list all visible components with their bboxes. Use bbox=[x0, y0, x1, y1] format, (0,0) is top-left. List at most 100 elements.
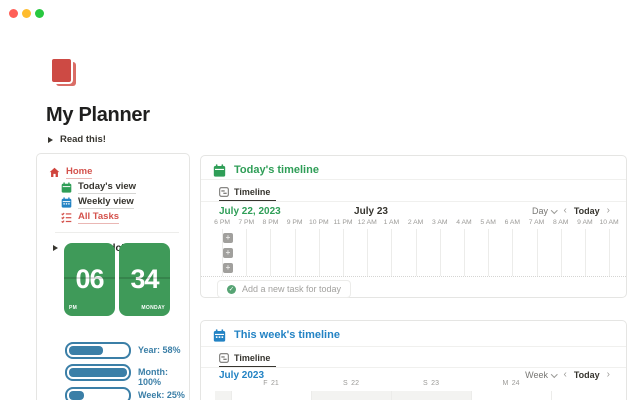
today-date-row: July 22, 2023 July 23 Day ‹ Today › bbox=[201, 205, 626, 219]
today-button[interactable]: Today bbox=[574, 370, 600, 380]
month-progress-row: Month: 100% bbox=[65, 364, 190, 388]
grid-line bbox=[294, 229, 296, 276]
scale-select[interactable]: Day bbox=[531, 206, 558, 216]
calendar-week-icon bbox=[61, 197, 72, 208]
read-this-label: Read this! bbox=[60, 134, 106, 145]
next-arrow-button[interactable]: › bbox=[607, 206, 610, 216]
flip-clock: 06 PM 34 MONDAY bbox=[64, 243, 170, 316]
scale-select-label: Day bbox=[531, 206, 548, 216]
sidebar-item-label: Weekly view bbox=[78, 196, 134, 209]
hour-label: 1 AM bbox=[383, 219, 400, 226]
timeline-view-icon bbox=[219, 353, 229, 363]
today-grid: + + + bbox=[201, 229, 625, 276]
grid-line bbox=[536, 229, 538, 276]
day-label: M 24 bbox=[502, 380, 520, 387]
clock-minute: 34 bbox=[130, 264, 159, 294]
progress-fill bbox=[69, 368, 127, 377]
hour-label: 9 PM bbox=[286, 219, 303, 226]
today-button[interactable]: Today bbox=[574, 206, 600, 216]
grid-line bbox=[551, 391, 552, 400]
sidebar-item-todays-view[interactable]: Today's view bbox=[49, 180, 181, 195]
add-task-button[interactable]: ✓ Add a new task for today bbox=[217, 280, 352, 298]
prev-arrow-button[interactable]: ‹ bbox=[563, 370, 566, 380]
tab-timeline[interactable]: Timeline bbox=[219, 185, 270, 199]
chevron-down-icon bbox=[551, 370, 558, 378]
toggle-triangle-icon bbox=[48, 136, 53, 143]
week-days-row: F 21 S 22 S 23 M 24 bbox=[201, 380, 626, 391]
sidebar-divider bbox=[55, 232, 179, 233]
flip-split-line bbox=[64, 277, 115, 279]
grid-line bbox=[246, 229, 248, 276]
hour-label: 9 AM bbox=[577, 219, 593, 226]
today-timeline-card: Today's timeline Timeline July 22, 2023 … bbox=[200, 155, 627, 298]
flip-clock-minute-card: 34 MONDAY bbox=[119, 243, 170, 316]
header-divider bbox=[201, 346, 626, 347]
add-task-label: Add a new task for today bbox=[242, 284, 342, 294]
sidebar-item-label: Home bbox=[66, 166, 93, 179]
sidebar-item-weekly-view[interactable]: Weekly view bbox=[49, 195, 181, 210]
minimize-window-button[interactable] bbox=[22, 9, 31, 18]
grid-line bbox=[270, 229, 272, 276]
tab-divider bbox=[201, 201, 626, 202]
collapsed-task-chip[interactable]: + bbox=[223, 233, 233, 243]
grid-line bbox=[512, 229, 514, 276]
hour-label: 2 AM bbox=[407, 219, 424, 226]
scale-select-label: Week bbox=[525, 370, 548, 380]
hour-label: 6 PM bbox=[214, 219, 231, 226]
week-progress-bar bbox=[65, 387, 131, 400]
hour-label: 11 PM bbox=[333, 219, 353, 226]
grid-line bbox=[367, 229, 369, 276]
zoom-window-button[interactable] bbox=[35, 9, 44, 18]
collapsed-task-chip[interactable]: + bbox=[223, 263, 233, 273]
clock-hour: 06 bbox=[75, 264, 104, 294]
today-card-header: Today's timeline bbox=[201, 156, 626, 178]
grid-line bbox=[415, 229, 417, 276]
sidebar-item-all-tasks[interactable]: All Tasks bbox=[49, 210, 181, 225]
hour-label: 8 AM bbox=[552, 219, 569, 226]
sidebar-nav: Home Today's view Weekly view All Tasks … bbox=[37, 154, 189, 256]
clock-meridiem: PM bbox=[69, 305, 78, 311]
hour-scale: 6 PM 7 PM 8 PM 9 PM 10 PM 11 PM 12 AM 1 AM 2 AM 3… bbox=[210, 219, 626, 228]
header-divider bbox=[201, 179, 626, 180]
sidebar-item-label: All Tasks bbox=[78, 211, 120, 224]
year-progress-row: Year: 58% bbox=[65, 342, 190, 359]
close-window-button[interactable] bbox=[9, 9, 18, 18]
read-this-toggle[interactable]: Read this! bbox=[48, 134, 106, 145]
today-card-title: Today's timeline bbox=[234, 164, 319, 176]
day-label: S 22 bbox=[343, 380, 359, 387]
month-progress-bar bbox=[65, 364, 131, 381]
week-timeline-card: This week's timeline Timeline July 2023 … bbox=[200, 320, 627, 400]
checklist-icon bbox=[61, 212, 72, 223]
sidebar-item-home[interactable]: Home bbox=[49, 165, 181, 180]
day-label: S 23 bbox=[423, 380, 439, 387]
progress-fill bbox=[69, 346, 103, 355]
next-arrow-button[interactable]: › bbox=[607, 370, 610, 380]
hour-label: 10 AM bbox=[599, 219, 619, 226]
chevron-down-icon bbox=[551, 206, 558, 214]
week-card-header: This week's timeline bbox=[201, 321, 626, 343]
month-progress-label: Month: 100% bbox=[138, 367, 168, 388]
timeline-controls: Week ‹ Today › bbox=[525, 370, 610, 381]
check-circle-icon: ✓ bbox=[227, 284, 236, 294]
prev-arrow-button[interactable]: ‹ bbox=[563, 206, 566, 216]
dotted-divider bbox=[201, 276, 626, 277]
grid-line bbox=[471, 391, 472, 400]
collapsed-task-chip[interactable]: + bbox=[223, 248, 233, 258]
scale-select[interactable]: Week bbox=[525, 370, 558, 380]
home-icon bbox=[49, 167, 60, 177]
grid-line bbox=[311, 391, 312, 400]
toggle-triangle-icon bbox=[53, 245, 58, 251]
week-progress-label: Week: 25% bbox=[138, 390, 185, 400]
next-date-label: July 23 bbox=[354, 206, 388, 217]
progress-fill bbox=[69, 391, 84, 400]
grid-line bbox=[318, 229, 320, 276]
hour-label: 8 PM bbox=[262, 219, 279, 226]
red-journal-icon[interactable] bbox=[50, 57, 77, 87]
tab-timeline-label: Timeline bbox=[234, 353, 271, 363]
hour-label: 5 AM bbox=[480, 219, 496, 226]
hour-label: 10 PM bbox=[309, 219, 329, 226]
hour-label: 7 AM bbox=[528, 219, 545, 226]
tab-timeline[interactable]: Timeline bbox=[219, 351, 270, 365]
page-title: My Planner bbox=[46, 104, 150, 126]
grid-line bbox=[231, 391, 232, 400]
